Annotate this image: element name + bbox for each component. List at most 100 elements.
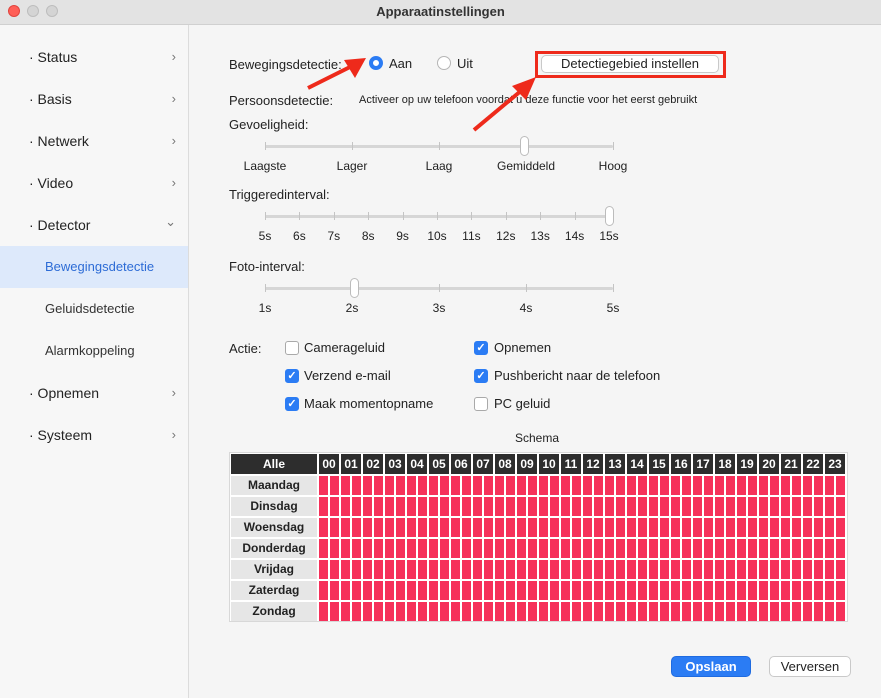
schedule-cell[interactable] (825, 560, 834, 579)
schedule-cell[interactable] (440, 560, 449, 579)
sidebar-item-bewegingsdetectie[interactable]: Bewegingsdetectie (0, 246, 188, 288)
record-checkbox[interactable]: ✓ (474, 341, 488, 355)
schedule-cell[interactable] (737, 539, 746, 558)
schedule-day-label[interactable]: Maandag (231, 476, 317, 495)
schedule-cell[interactable] (385, 518, 394, 537)
schedule-cell[interactable] (583, 476, 592, 495)
schedule-cell[interactable] (418, 497, 427, 516)
schedule-cell[interactable] (682, 560, 691, 579)
schedule-cell[interactable] (517, 539, 526, 558)
schedule-cell[interactable] (770, 560, 779, 579)
schedule-cell[interactable] (704, 581, 713, 600)
schedule-day-label[interactable]: Zaterdag (231, 581, 317, 600)
schedule-cell[interactable] (605, 518, 614, 537)
schedule-cell[interactable] (451, 560, 460, 579)
schedule-cell[interactable] (638, 497, 647, 516)
schedule-cell[interactable] (363, 560, 372, 579)
schedule-cell[interactable] (836, 560, 845, 579)
schedule-cell[interactable] (825, 602, 834, 621)
schedule-hour-header[interactable]: 15 (649, 454, 669, 474)
schedule-cell[interactable] (462, 581, 471, 600)
schedule-day-label[interactable]: Woensdag (231, 518, 317, 537)
schedule-cell[interactable] (770, 497, 779, 516)
schedule-cell[interactable] (583, 518, 592, 537)
schedule-cell[interactable] (561, 560, 570, 579)
save-button[interactable]: Opslaan (671, 656, 751, 677)
schedule-hour-header[interactable]: 08 (495, 454, 515, 474)
schedule-cell[interactable] (407, 497, 416, 516)
schedule-hour-header[interactable]: 16 (671, 454, 691, 474)
schedule-cell[interactable] (605, 602, 614, 621)
schedule-cell[interactable] (825, 497, 834, 516)
schedule-cell[interactable] (836, 581, 845, 600)
schedule-cell[interactable] (440, 476, 449, 495)
schedule-cell[interactable] (682, 497, 691, 516)
schedule-cell[interactable] (583, 497, 592, 516)
sidebar-item-video[interactable]: · Video › (0, 162, 188, 204)
schedule-cell[interactable] (671, 602, 680, 621)
schedule-cell[interactable] (539, 581, 548, 600)
schedule-cell[interactable] (759, 497, 768, 516)
schedule-cell[interactable] (451, 518, 460, 537)
schedule-hour-header[interactable]: 00 (319, 454, 339, 474)
schedule-cell[interactable] (506, 497, 515, 516)
schedule-hour-header[interactable]: 23 (825, 454, 845, 474)
schedule-cell[interactable] (539, 518, 548, 537)
schedule-cell[interactable] (781, 602, 790, 621)
schedule-cell[interactable] (495, 476, 504, 495)
schedule-cell[interactable] (616, 476, 625, 495)
schedule-cell[interactable] (495, 539, 504, 558)
schedule-cell[interactable] (726, 518, 735, 537)
schedule-cell[interactable] (385, 497, 394, 516)
schedule-cell[interactable] (330, 560, 339, 579)
schedule-day-label[interactable]: Vrijdag (231, 560, 317, 579)
schedule-hour-header[interactable]: 18 (715, 454, 735, 474)
schedule-cell[interactable] (770, 476, 779, 495)
refresh-button[interactable]: Verversen (769, 656, 851, 677)
schedule-cell[interactable] (330, 539, 339, 558)
schedule-cell[interactable] (594, 560, 603, 579)
schedule-cell[interactable] (440, 539, 449, 558)
schedule-hour-header[interactable]: 21 (781, 454, 801, 474)
schedule-cell[interactable] (572, 518, 581, 537)
schedule-cell[interactable] (484, 518, 493, 537)
schedule-cell[interactable] (759, 581, 768, 600)
schedule-cell[interactable] (649, 602, 658, 621)
schedule-cell[interactable] (814, 539, 823, 558)
schedule-cell[interactable] (495, 602, 504, 621)
schedule-cell[interactable] (616, 497, 625, 516)
schedule-cell[interactable] (814, 476, 823, 495)
schedule-cell[interactable] (550, 602, 559, 621)
schedule-cell[interactable] (627, 602, 636, 621)
schedule-hour-header[interactable]: 20 (759, 454, 779, 474)
schedule-cell[interactable] (649, 560, 658, 579)
schedule-cell[interactable] (605, 497, 614, 516)
schedule-cell[interactable] (572, 560, 581, 579)
schedule-cell[interactable] (814, 560, 823, 579)
schedule-cell[interactable] (759, 539, 768, 558)
schedule-cell[interactable] (517, 497, 526, 516)
schedule-cell[interactable] (836, 518, 845, 537)
schedule-cell[interactable] (473, 497, 482, 516)
schedule-cell[interactable] (407, 476, 416, 495)
schedule-cell[interactable] (539, 497, 548, 516)
schedule-cell[interactable] (330, 518, 339, 537)
schedule-cell[interactable] (517, 476, 526, 495)
schedule-cell[interactable] (792, 560, 801, 579)
schedule-cell[interactable] (528, 581, 537, 600)
schedule-cell[interactable] (638, 476, 647, 495)
schedule-cell[interactable] (451, 476, 460, 495)
schedule-hour-header[interactable]: 17 (693, 454, 713, 474)
schedule-cell[interactable] (517, 581, 526, 600)
schedule-cell[interactable] (693, 476, 702, 495)
schedule-cell[interactable] (660, 497, 669, 516)
schedule-cell[interactable] (814, 581, 823, 600)
schedule-cell[interactable] (715, 476, 724, 495)
schedule-cell[interactable] (473, 476, 482, 495)
schedule-cell[interactable] (462, 560, 471, 579)
schedule-cell[interactable] (330, 476, 339, 495)
schedule-cell[interactable] (671, 539, 680, 558)
schedule-cell[interactable] (539, 560, 548, 579)
schedule-cell[interactable] (572, 581, 581, 600)
schedule-cell[interactable] (550, 497, 559, 516)
